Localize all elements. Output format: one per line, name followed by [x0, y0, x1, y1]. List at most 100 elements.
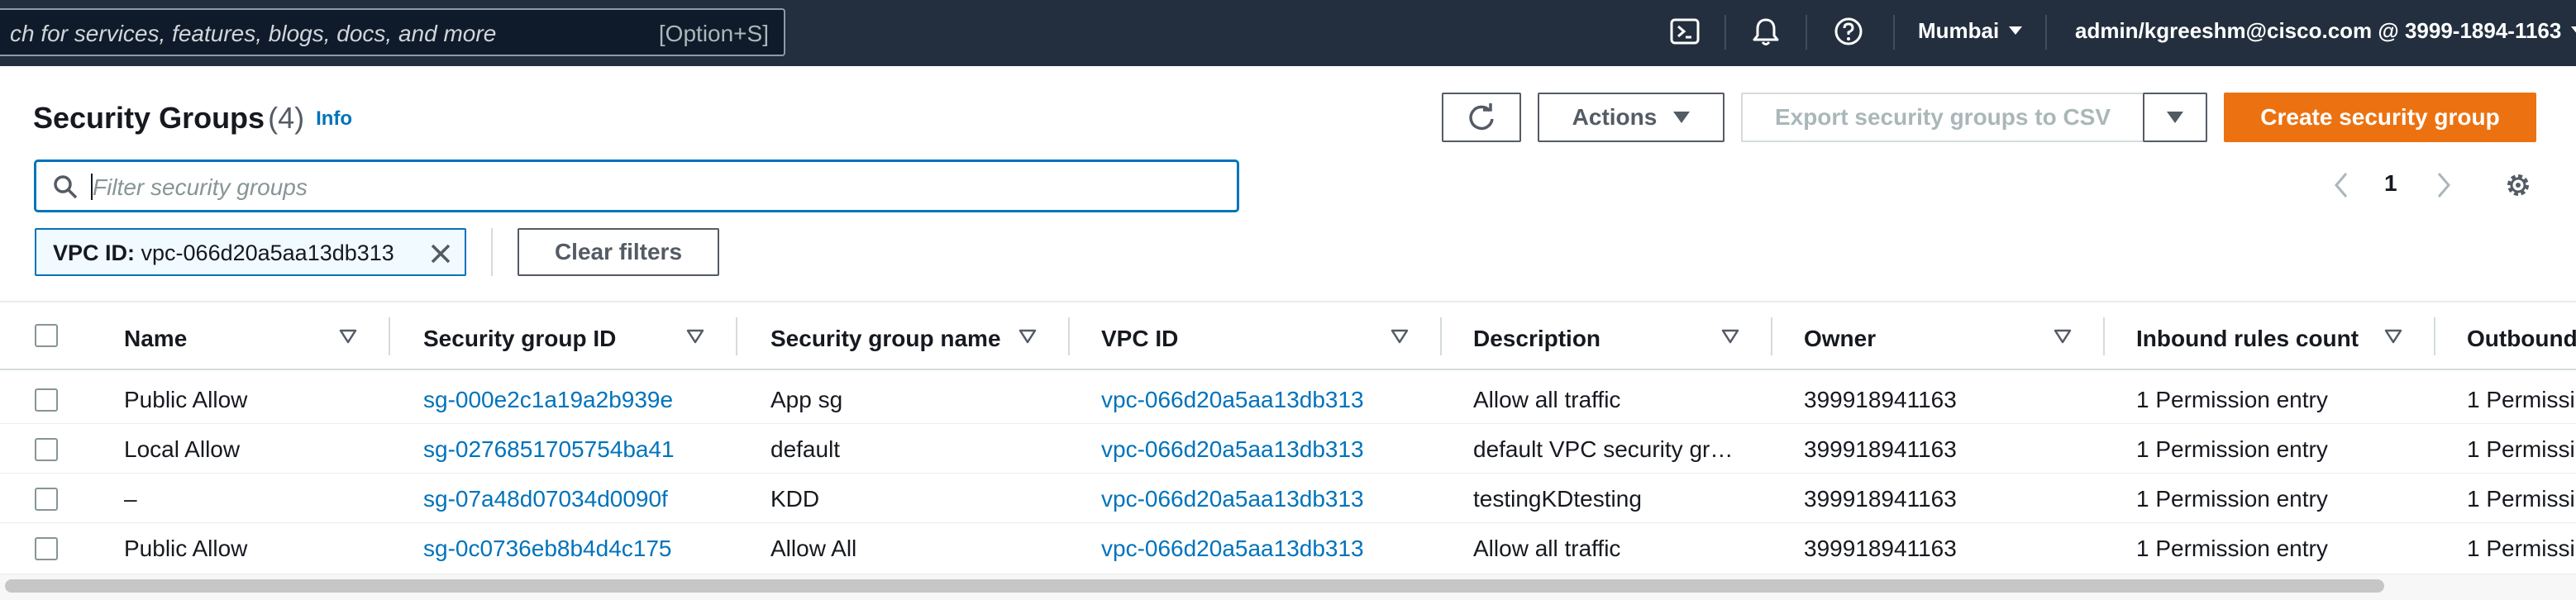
column-divider: [2103, 317, 2105, 355]
row-checkbox[interactable]: [35, 438, 58, 461]
nav-divider: [2045, 15, 2047, 50]
row-divider: [0, 423, 2576, 424]
region-label: Mumbai: [1918, 18, 2000, 43]
sort-icon[interactable]: [1721, 329, 1739, 344]
token-key: VPC ID:: [53, 240, 136, 265]
cell-name: –: [124, 486, 137, 512]
column-divider: [1771, 317, 1772, 355]
sort-icon[interactable]: [1391, 329, 1409, 344]
cell-outbound: 1 Permissi: [2467, 436, 2575, 462]
global-search-input[interactable]: ch for services, features, blogs, docs, …: [0, 8, 785, 56]
cell-description: Allow all traffic: [1473, 536, 1621, 561]
row-checkbox[interactable]: [35, 488, 58, 511]
info-link[interactable]: Info: [316, 107, 352, 130]
column-divider: [1440, 317, 1442, 355]
nav-divider: [1806, 15, 1807, 50]
search-placeholder: ch for services, features, blogs, docs, …: [10, 21, 497, 46]
refresh-button[interactable]: [1442, 93, 1521, 142]
row-divider: [0, 473, 2576, 474]
export-options-button[interactable]: [2143, 93, 2207, 142]
vpc-filter-token-text: VPC ID: vpc-066d20a5aa13db313: [53, 240, 394, 266]
chevron-down-icon: [2009, 26, 2023, 35]
page-header: Security Groups (4) Info: [33, 101, 352, 136]
table-header-border: [0, 369, 2576, 370]
cell-name: Local Allow: [124, 436, 241, 462]
table-top-border: [0, 301, 2576, 302]
cell-sg-id[interactable]: sg-000e2c1a19a2b939e: [423, 387, 754, 413]
column-divider: [389, 317, 390, 355]
column-header-vpc-id[interactable]: VPC ID: [1101, 326, 1178, 367]
column-header-security-group-name[interactable]: Security group name: [770, 326, 1001, 367]
column-header-inbound-rules-count[interactable]: Inbound rules count: [2136, 326, 2359, 367]
sort-icon[interactable]: [2384, 329, 2402, 344]
next-page-icon[interactable]: [2431, 169, 2455, 202]
cell-sg-name: default: [770, 436, 841, 462]
region-selector[interactable]: Mumbai: [1918, 18, 2023, 44]
column-divider: [2434, 317, 2435, 355]
column-divider: [736, 317, 737, 355]
cell-description: default VPC security gr…: [1473, 436, 1734, 462]
refresh-icon: [1469, 103, 1494, 131]
cloudshell-icon[interactable]: [1668, 15, 1701, 48]
cell-vpc-id[interactable]: vpc-066d20a5aa13db313: [1101, 536, 1457, 562]
caret-down-icon: [2167, 112, 2183, 123]
sort-icon[interactable]: [339, 329, 357, 344]
cell-name: Public Allow: [124, 387, 248, 412]
clear-filters-label: Clear filters: [554, 239, 683, 264]
cell-sg-name: Allow All: [770, 536, 857, 561]
cell-vpc-id[interactable]: vpc-066d20a5aa13db313: [1101, 387, 1457, 413]
export-csv-button[interactable]: Export security groups to CSV: [1741, 93, 2144, 142]
column-header-outbound[interactable]: Outbound: [2467, 326, 2576, 367]
sort-icon[interactable]: [1018, 329, 1037, 344]
gear-icon[interactable]: [2502, 169, 2535, 202]
help-icon[interactable]: [1832, 15, 1865, 48]
cell-vpc-id[interactable]: vpc-066d20a5aa13db313: [1101, 486, 1457, 512]
cell-sg-id[interactable]: sg-0276851705754ba41: [423, 436, 754, 463]
account-label: admin/kgreeshm@cisco.com @ 3999-1894-116…: [2075, 18, 2562, 43]
previous-page-icon[interactable]: [2330, 169, 2354, 202]
filter-placeholder: Filter security groups: [93, 174, 308, 200]
nav-divider: [1893, 15, 1895, 50]
cell-vpc-id[interactable]: vpc-066d20a5aa13db313: [1101, 436, 1457, 463]
column-header-description[interactable]: Description: [1473, 326, 1600, 367]
sort-icon[interactable]: [686, 329, 704, 344]
scrollbar-thumb[interactable]: [5, 579, 2384, 593]
bell-icon[interactable]: [1749, 15, 1782, 48]
search-shortcut-hint: [Option+S]: [658, 21, 769, 46]
cell-sg-name: KDD: [770, 486, 820, 512]
top-navigation: ch for services, features, blogs, docs, …: [0, 0, 2576, 66]
row-checkbox[interactable]: [35, 537, 58, 560]
column-divider: [1068, 317, 1070, 355]
cell-sg-name: App sg: [770, 387, 843, 412]
cell-inbound: 1 Permission entry: [2136, 486, 2328, 512]
item-count: (4): [268, 101, 305, 135]
account-menu[interactable]: admin/kgreeshm@cisco.com @ 3999-1894-116…: [2075, 18, 2576, 44]
nav-divider: [1724, 15, 1726, 50]
sort-icon[interactable]: [2054, 329, 2072, 344]
cell-inbound: 1 Permission entry: [2136, 436, 2328, 462]
create-security-group-button[interactable]: Create security group: [2224, 93, 2536, 142]
token-divider: [491, 228, 493, 276]
close-icon[interactable]: [427, 240, 455, 268]
column-header-security-group-id[interactable]: Security group ID: [423, 326, 616, 367]
filter-security-groups-input[interactable]: Filter security groups: [35, 160, 1238, 212]
select-all-checkbox[interactable]: [35, 324, 58, 347]
cell-outbound: 1 Permissi: [2467, 536, 2575, 561]
cell-owner: 399918941163: [1804, 536, 1957, 561]
column-header-owner[interactable]: Owner: [1804, 326, 1876, 367]
actions-button[interactable]: Actions: [1538, 93, 1724, 142]
token-value: vpc-066d20a5aa13db313: [141, 240, 394, 265]
caret-down-icon: [1673, 112, 1691, 123]
security-groups-panel: Security Groups (4) Info Actions Export se…: [0, 66, 2576, 600]
page-title: Security Groups: [33, 101, 265, 135]
row-divider: [0, 522, 2576, 523]
column-header-name[interactable]: Name: [124, 326, 187, 367]
cell-description: Allow all traffic: [1473, 387, 1621, 412]
search-icon: [54, 175, 78, 199]
cell-sg-id[interactable]: sg-07a48d07034d0090f: [423, 486, 754, 512]
row-checkbox[interactable]: [35, 388, 58, 412]
cell-sg-id[interactable]: sg-0c0736eb8b4d4c175: [423, 536, 754, 562]
current-page-number[interactable]: 1: [2384, 170, 2397, 197]
cell-owner: 399918941163: [1804, 486, 1957, 512]
clear-filters-button[interactable]: Clear filters: [518, 228, 719, 276]
